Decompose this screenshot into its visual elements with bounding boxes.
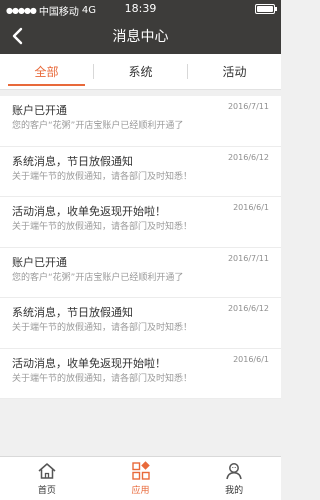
message-item[interactable]: 系统消息，节日放假通知 2016/6/12 关于端午节的放假通知，请各部门及时知…	[0, 147, 281, 197]
tabbar-label: 应用	[131, 486, 150, 496]
bottom-tabbar: 首页 应用 我的	[0, 456, 281, 500]
tabbar-label: 我的	[225, 486, 244, 496]
status-bar: ●●●●● 中国移动 4G 18:39	[0, 0, 281, 18]
message-item[interactable]: 账户已开通 2016/7/11 您的客户“花粥”开店宝账户已经顺利开通了	[0, 248, 281, 298]
message-title: 活动消息，收单免返现开始啦！	[12, 205, 166, 218]
message-item[interactable]: 账户已开通 2016/7/11 您的客户“花粥”开店宝账户已经顺利开通了	[0, 96, 281, 147]
message-date: 2016/6/12	[227, 304, 269, 313]
tabbar-home[interactable]: 首页	[0, 457, 94, 500]
message-list: 账户已开通 2016/7/11 您的客户“花粥”开店宝账户已经顺利开通了 系统消…	[0, 96, 281, 399]
tab-all[interactable]: 全部	[0, 54, 93, 89]
message-desc: 关于端午节的放假通知，请各部门及时知悉！	[12, 323, 193, 333]
message-desc: 关于端午节的放假通知，请各部门及时知悉！	[12, 373, 193, 384]
message-date: 2016/6/12	[227, 152, 269, 162]
home-icon	[38, 463, 56, 479]
tabbar-label: 首页	[37, 486, 56, 496]
message-date: 2016/6/1	[233, 203, 269, 212]
status-time: 18:39	[124, 2, 157, 15]
tabbar-apps[interactable]: 应用	[94, 457, 188, 500]
tab-bar: 全部 系统 活动	[0, 54, 281, 90]
tab-system[interactable]: 系统	[94, 54, 187, 89]
message-title: 账户已开通	[12, 255, 67, 269]
user-icon	[226, 463, 242, 480]
battery-icon	[255, 4, 277, 14]
message-item[interactable]: 系统消息，节日放假通知 2016/6/12 关于端午节的放假通知，请各部门及时知…	[0, 298, 281, 349]
page-title: 消息中心	[112, 29, 169, 45]
message-title: 系统消息，节日放假通知	[12, 306, 133, 319]
message-item[interactable]: 活动消息，收单免返现开始啦！ 2016/6/1 关于端午节的放假通知，请各部门及…	[0, 349, 281, 399]
message-date: 2016/7/11	[227, 253, 269, 263]
message-title: 系统消息，节日放假通知	[12, 154, 133, 168]
message-date: 2016/7/11	[227, 102, 269, 111]
nav-bar: 消息中心	[0, 18, 281, 54]
message-desc: 关于端午节的放假通知，请各部门及时知悉！	[12, 222, 193, 232]
message-date: 2016/6/1	[233, 354, 269, 364]
tabbar-me[interactable]: 我的	[187, 457, 281, 500]
message-title: 账户已开通	[12, 104, 67, 117]
apps-icon	[131, 461, 150, 480]
message-item[interactable]: 活动消息，收单免返现开始啦！ 2016/6/1 关于端午节的放假通知，请各部门及…	[0, 197, 281, 248]
tab-activity[interactable]: 活动	[188, 54, 281, 89]
message-desc: 您的客户“花粥”开店宝账户已经顺利开通了	[12, 121, 184, 131]
message-desc: 关于端午节的放假通知，请各部门及时知悉！	[12, 171, 193, 182]
message-title: 活动消息，收单免返现开始啦！	[12, 356, 166, 370]
message-desc: 您的客户“花粥”开店宝账户已经顺利开通了	[12, 272, 184, 283]
